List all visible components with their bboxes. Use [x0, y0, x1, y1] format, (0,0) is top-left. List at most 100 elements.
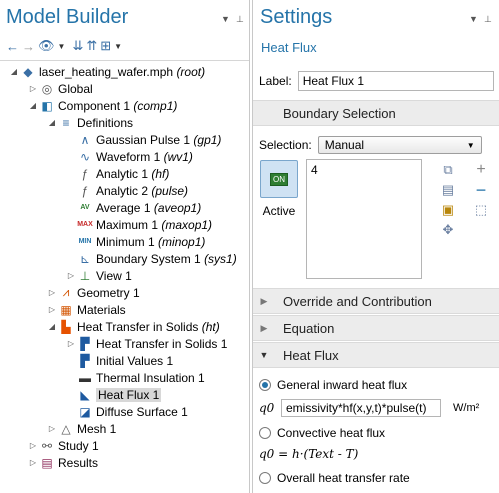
tree-item-tag: (wv1): [163, 149, 193, 164]
tree-item-diffuse-surface[interactable]: ◪ Diffuse Surface 1: [65, 403, 188, 420]
remove-from-selection-icon[interactable]: −: [473, 180, 489, 200]
paste-selection-icon[interactable]: ⧉: [440, 162, 456, 178]
tree-item-tag: (sys1): [204, 251, 237, 266]
boundary-list[interactable]: 4: [306, 159, 422, 279]
selection-row: Selection: Manual ▼: [259, 136, 482, 154]
tree-item-label: Definitions: [77, 116, 133, 130]
label-row: Label:: [259, 71, 494, 91]
tree-item-text: Minimum 1: [96, 234, 155, 249]
convective-formula: q0 = h·(Text - T): [259, 447, 359, 461]
active-toggle-button[interactable]: ON: [260, 160, 298, 198]
tree-item-definitions[interactable]: ◢ ≡ Definitions: [46, 114, 133, 131]
collapsed-arrow-icon[interactable]: ▷: [46, 424, 58, 433]
definitions-icon: ≡: [62, 115, 70, 130]
tree-item-heat-flux[interactable]: ◣ Heat Flux 1: [65, 386, 162, 403]
tree-item-text: Heat Flux 1: [98, 387, 160, 402]
overall-rate-option[interactable]: Overall heat transfer rate: [259, 471, 410, 485]
minimize-icon[interactable]: ▼: [469, 14, 478, 24]
tree-item-label: Heat Flux 1: [96, 387, 162, 402]
expand-all-icon[interactable]: ⇊: [72, 38, 83, 54]
tree-item-minimum[interactable]: MIN Minimum 1 (minop1): [65, 233, 206, 250]
tree-item-gaussian-pulse[interactable]: ∧ Gaussian Pulse 1 (gp1): [65, 131, 222, 148]
study-icon: ⚯: [41, 438, 53, 453]
tree-item-ht-solids-1[interactable]: ▷ ▛ Heat Transfer in Solids 1: [65, 335, 227, 352]
expanded-arrow-icon[interactable]: ◢: [46, 118, 58, 127]
tree-item-label: Global: [58, 82, 93, 96]
tree-item-initial-values[interactable]: ▛ Initial Values 1: [65, 352, 173, 369]
add-to-selection-icon[interactable]: +: [473, 161, 489, 178]
tree-item-study[interactable]: ▷ ⚯ Study 1: [27, 437, 99, 454]
pin-icon[interactable]: ⊥: [236, 14, 244, 25]
zoom-to-selection-icon[interactable]: ✥: [440, 222, 456, 238]
collapse-all-icon[interactable]: ⇈: [86, 38, 97, 54]
collapsed-arrow-icon[interactable]: ▷: [27, 84, 39, 93]
radio-button-selected[interactable]: [259, 379, 271, 391]
tree-item-text: Analytic 1: [96, 166, 149, 181]
tree-item-label: Geometry 1: [77, 286, 140, 300]
tree-item-thermal-insulation[interactable]: ▬ Thermal Insulation 1: [65, 369, 205, 386]
tree-item-text: Waveform 1: [96, 149, 161, 164]
boundary-selection-section[interactable]: ▶ Boundary Selection: [253, 100, 499, 126]
tree-item-waveform[interactable]: ∿ Waveform 1 (wv1): [65, 148, 193, 165]
tree-item-geometry[interactable]: ▷ ⩘ Geometry 1: [46, 284, 140, 301]
minimize-icon[interactable]: ▼: [221, 14, 230, 24]
chevron-right-icon: ▶: [260, 295, 268, 306]
convective-option[interactable]: Convective heat flux: [259, 426, 385, 440]
equation-section[interactable]: ▶ Equation: [253, 315, 499, 341]
tree-item-label: Heat Transfer in Solids 1: [96, 337, 227, 351]
collapsed-arrow-icon[interactable]: ▷: [46, 288, 58, 297]
show-dropdown-icon[interactable]: ▼: [58, 38, 66, 54]
active-toggle-group: ON Active: [260, 160, 298, 218]
tree-item-results[interactable]: ▷ ▤ Results: [27, 454, 98, 471]
expanded-arrow-icon[interactable]: ◢: [8, 67, 20, 76]
expanded-arrow-icon[interactable]: ◢: [46, 322, 58, 331]
back-arrow-icon[interactable]: ←: [6, 38, 19, 54]
tree-item-text: Thermal Insulation 1: [96, 370, 205, 385]
label-input[interactable]: [297, 71, 494, 91]
tree-item-heat-transfer[interactable]: ◢ ▙ Heat Transfer in Solids (ht): [46, 318, 220, 335]
tree-item-root[interactable]: ◢ ◆ laser_heating_wafer.mph (root): [8, 63, 205, 80]
general-inward-label: General inward heat flux: [277, 378, 408, 392]
general-inward-option[interactable]: General inward heat flux: [259, 378, 407, 392]
tree-item-component[interactable]: ◢ ◧ Component 1 (comp1): [27, 97, 177, 114]
tree-item-analytic-1[interactable]: ƒ Analytic 1 (hf): [65, 165, 170, 182]
tree-item-average[interactable]: AV Average 1 (aveop1): [65, 199, 201, 216]
heat-flux-expression: emissivity*hf(x,y,t)*pulse(t): [286, 401, 427, 415]
expanded-arrow-icon[interactable]: ◢: [27, 101, 39, 110]
collapsed-arrow-icon[interactable]: ▷: [27, 441, 39, 450]
analytic-function-icon: ƒ: [81, 183, 89, 198]
copy-selection-icon[interactable]: ▤: [440, 182, 456, 198]
tree-view-icon[interactable]: ⊞: [100, 38, 111, 54]
clear-selection-icon[interactable]: ▣: [440, 202, 456, 218]
heat-flux-expression-input[interactable]: emissivity*hf(x,y,t)*pulse(t): [281, 399, 441, 417]
radio-button[interactable]: [259, 427, 271, 439]
heat-flux-section[interactable]: ▼ Heat Flux: [253, 342, 499, 368]
collapsed-arrow-icon[interactable]: ▷: [27, 458, 39, 467]
tree-item-global[interactable]: ▷ ◎ Global: [27, 80, 93, 97]
tree-item-materials[interactable]: ▷ ▦ Materials: [46, 301, 126, 318]
pin-icon[interactable]: ⊥: [484, 14, 492, 25]
selection-tools-right: + − ⬚: [473, 161, 489, 218]
radio-button[interactable]: [259, 472, 271, 484]
show-icon[interactable]: 👁: [38, 38, 55, 54]
physics-node-icon: ▛: [80, 336, 90, 351]
tree-item-boundary-system[interactable]: ⊾ Boundary System 1 (sys1): [65, 250, 237, 267]
tree-view-dropdown-icon[interactable]: ▼: [114, 38, 122, 54]
forward-arrow-icon[interactable]: →: [22, 38, 35, 54]
tree-item-mesh[interactable]: ▷ △ Mesh 1: [46, 420, 116, 437]
selection-dropdown[interactable]: Manual ▼: [317, 136, 482, 154]
results-icon: ▤: [41, 455, 53, 470]
boundary-list-item[interactable]: 4: [311, 163, 417, 177]
tree-item-analytic-2[interactable]: ƒ Analytic 2 (pulse): [65, 182, 188, 199]
heat-transfer-icon: ▙: [61, 319, 71, 334]
select-all-icon[interactable]: ⬚: [473, 202, 489, 218]
tree-item-text: Materials: [77, 302, 126, 317]
collapsed-arrow-icon[interactable]: ▷: [46, 305, 58, 314]
boundary-selection-heading: Boundary Selection: [283, 105, 396, 121]
tree-item-label: Results: [58, 456, 98, 470]
collapsed-arrow-icon[interactable]: ▷: [65, 271, 77, 280]
tree-item-maximum[interactable]: MAX Maximum 1 (maxop1): [65, 216, 212, 233]
override-section[interactable]: ▶ Override and Contribution: [253, 288, 499, 314]
tree-item-view[interactable]: ▷ ⊥ View 1: [65, 267, 132, 284]
collapsed-arrow-icon[interactable]: ▷: [65, 339, 77, 348]
